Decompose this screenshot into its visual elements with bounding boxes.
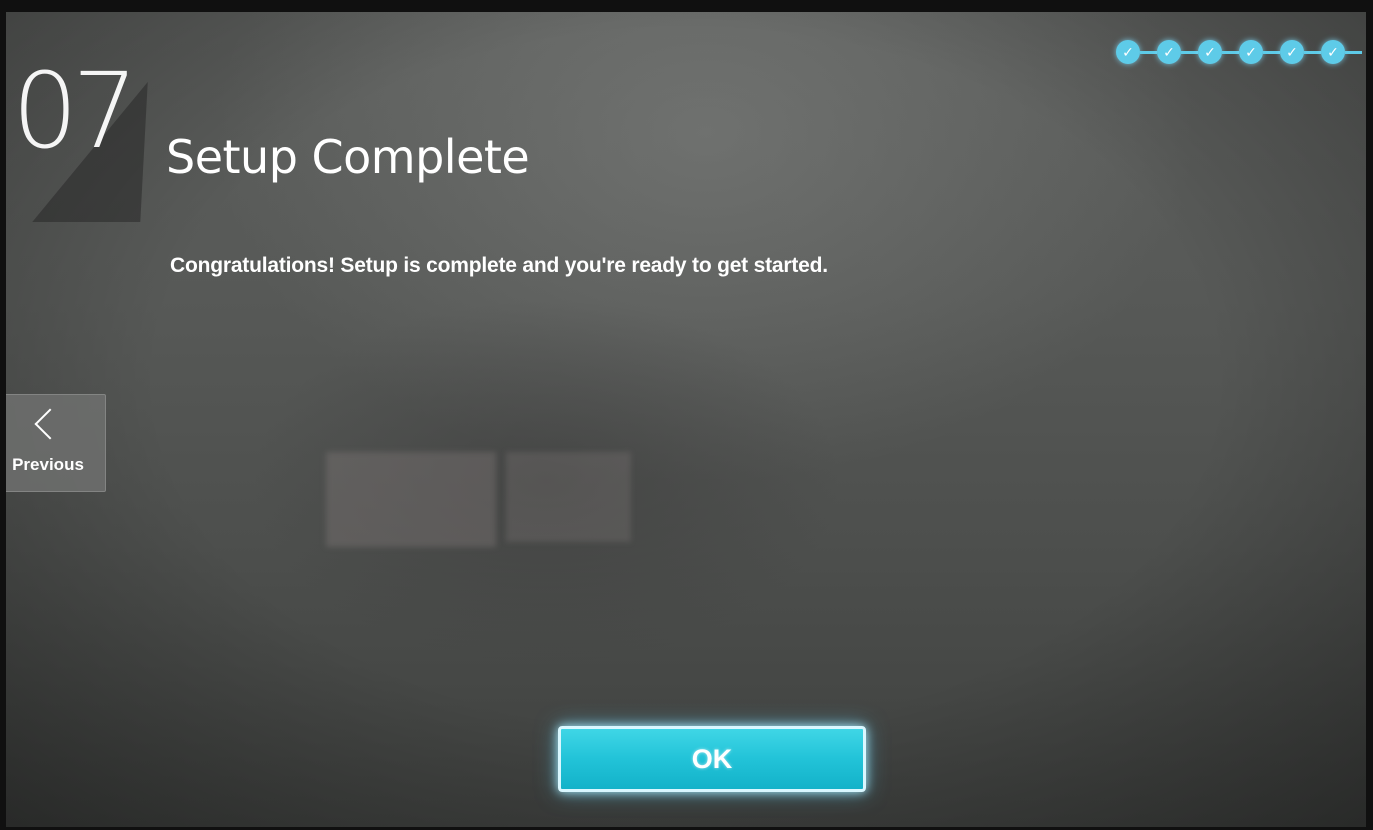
progress-connector xyxy=(1140,50,1157,54)
previous-button-label: Previous xyxy=(12,455,84,474)
completion-message: Congratulations! Setup is complete and y… xyxy=(170,254,828,277)
progress-connector xyxy=(1222,50,1239,54)
progress-connector xyxy=(1304,50,1321,54)
check-icon: ✓ xyxy=(1239,40,1263,64)
check-icon: ✓ xyxy=(1321,40,1345,64)
chevron-left-icon xyxy=(34,408,66,440)
check-icon: ✓ xyxy=(1198,40,1222,64)
setup-screen: 07 Setup Complete Congratulations! Setup… xyxy=(6,12,1366,827)
check-icon: ✓ xyxy=(1280,40,1304,64)
previous-button[interactable]: Previous xyxy=(6,394,106,492)
ok-button[interactable]: OK xyxy=(558,726,866,792)
setup-progress-indicator: ✓ ✓ ✓ ✓ ✓ ✓ xyxy=(1116,40,1362,64)
progress-connector xyxy=(1263,50,1280,54)
page-title: Setup Complete xyxy=(166,130,530,184)
progress-connector xyxy=(1181,50,1198,54)
step-number: 07 xyxy=(12,50,138,172)
progress-connector xyxy=(1345,50,1362,54)
check-icon: ✓ xyxy=(1157,40,1181,64)
check-icon: ✓ xyxy=(1116,40,1140,64)
